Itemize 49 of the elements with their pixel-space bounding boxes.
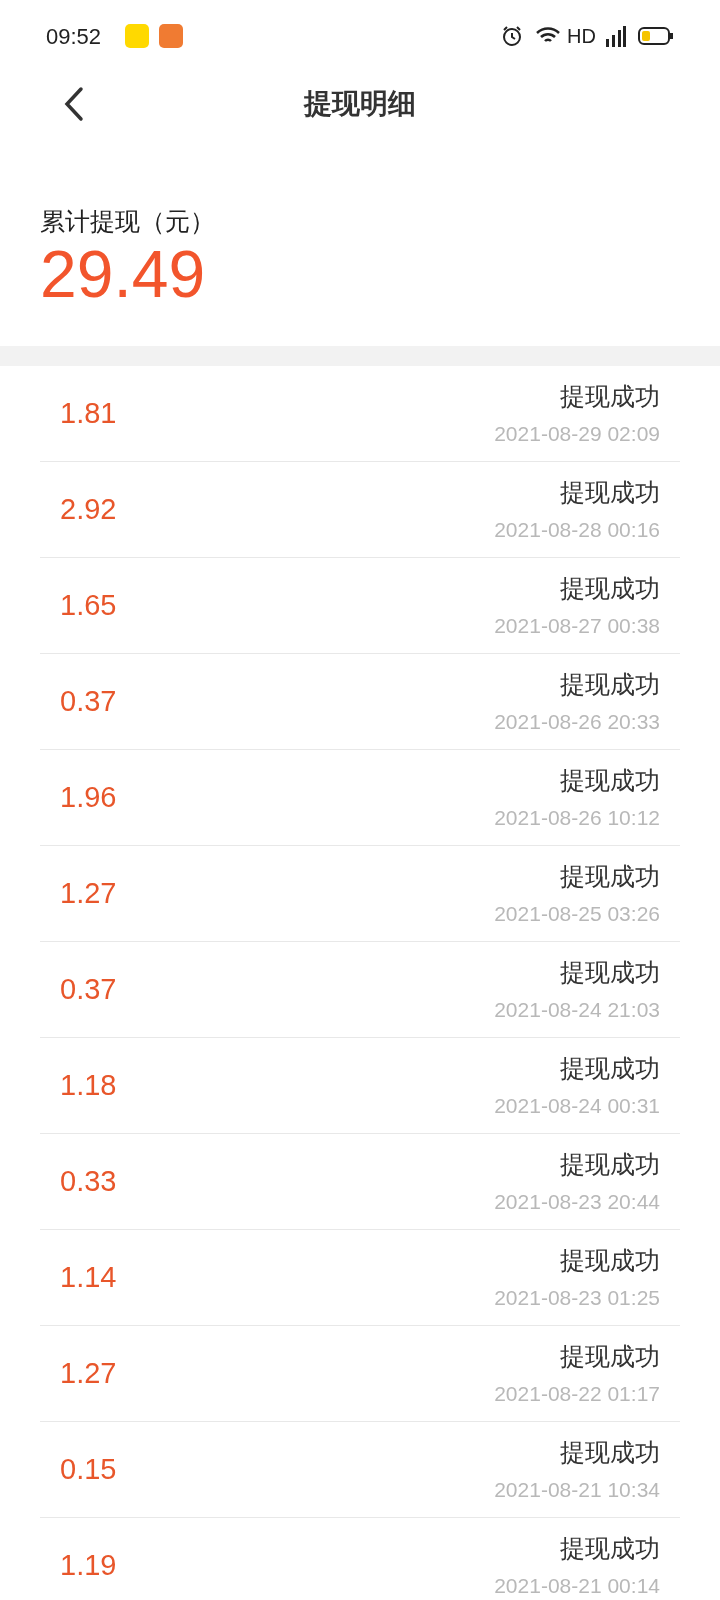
app-icon (125, 24, 150, 48)
record-amount: 1.18 (60, 1067, 118, 1103)
record-status: 提现成功 (560, 1340, 660, 1371)
record-time: 2021-08-24 00:31 (494, 1092, 660, 1119)
record-time: 2021-08-26 20:33 (494, 708, 660, 735)
record-time: 2021-08-22 01:17 (494, 1380, 660, 1407)
signal-icon (604, 25, 626, 47)
record-status: 提现成功 (560, 1532, 660, 1563)
record-amount: 0.15 (60, 1451, 118, 1487)
total-amount: 29.49 (40, 236, 207, 312)
total-label: 累计提现（元） (40, 206, 216, 236)
record-time: 2021-08-27 00:38 (494, 612, 660, 639)
record-amount: 1.27 (60, 875, 118, 911)
network-label: HD (567, 24, 596, 49)
record-amount: 0.37 (60, 971, 118, 1007)
record-status: 提现成功 (560, 668, 660, 699)
record-time: 2021-08-24 21:03 (494, 996, 660, 1023)
record-time: 2021-08-23 01:25 (494, 1284, 660, 1311)
record-status: 提现成功 (560, 1436, 660, 1467)
record-status: 提现成功 (560, 572, 660, 603)
record-status: 提现成功 (560, 380, 660, 411)
alarm-icon (501, 25, 524, 47)
record-amount: 2.92 (60, 491, 118, 527)
record-amount: 1.27 (60, 1355, 118, 1391)
record-amount: 1.81 (60, 395, 118, 431)
record-status: 提现成功 (560, 1052, 660, 1083)
record-status: 提现成功 (560, 764, 660, 795)
page-title: 提现明细 (304, 87, 416, 121)
record-time: 2021-08-28 00:16 (494, 516, 660, 543)
record-status: 提现成功 (560, 476, 660, 507)
record-amount: 0.33 (60, 1163, 118, 1199)
back-icon (63, 86, 85, 122)
record-amount: 1.96 (60, 779, 118, 815)
status-time: 09:52 (46, 22, 102, 51)
record-time: 2021-08-25 03:26 (494, 900, 660, 927)
record-time: 2021-08-29 02:09 (494, 420, 660, 447)
record-amount: 0.37 (60, 683, 118, 719)
record-status: 提现成功 (560, 860, 660, 891)
record-status: 提现成功 (560, 956, 660, 987)
record-amount: 1.65 (60, 587, 118, 623)
record-amount: 1.19 (60, 1547, 118, 1583)
record-status: 提现成功 (560, 1148, 660, 1179)
record-status: 提现成功 (560, 1244, 660, 1275)
battery-icon (638, 26, 674, 46)
record-time: 2021-08-23 20:44 (494, 1188, 660, 1215)
record-amount: 1.14 (60, 1259, 118, 1295)
record-time: 2021-08-21 10:34 (494, 1476, 660, 1503)
record-time: 2021-08-21 00:14 (494, 1572, 660, 1599)
record-time: 2021-08-26 10:12 (494, 804, 660, 831)
